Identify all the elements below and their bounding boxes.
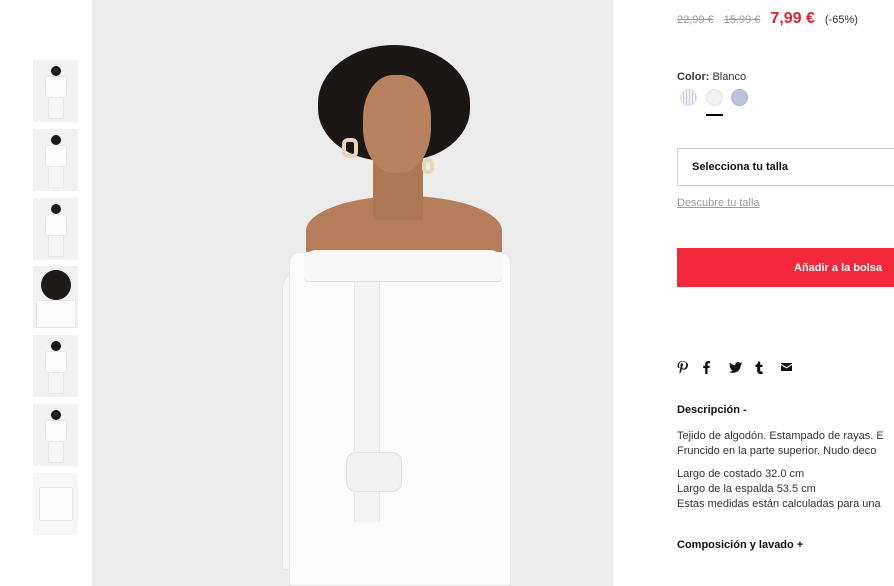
thumbnail-figure-head [50,204,61,214]
size-select-label: Selecciona tu talla [692,161,788,173]
color-label-value: Blanco [712,71,747,83]
size-select[interactable]: Selecciona tu talla [677,148,894,186]
thumbnail-figure-body [44,214,67,236]
description-line: Largo de costado 32.0 cm [677,468,805,480]
thumbnail-figure-head [50,135,61,145]
tumblr-icon[interactable] [755,358,781,376]
description-line: Estas medidas están calculadas para una [677,498,881,510]
add-to-bag-button[interactable]: Añadir a la bolsa [677,248,894,287]
twitter-icon[interactable] [729,358,755,376]
original-price-1: 22,99 € [677,14,714,26]
color-label: Color: Blanco [677,71,746,83]
thumbnail-garment [38,487,73,521]
blouse [289,252,511,586]
color-swatch-white[interactable] [706,89,723,106]
price-block: 22,99 € 15,99 € 7,99 € (-65%) [677,10,858,28]
description-paragraph-1: Tejido de algodón. Estampado de rayas. E… [677,429,894,459]
blouse-neckline [304,250,502,282]
facebook-icon[interactable] [703,358,729,376]
description-paragraph-2: Largo de costado 32.0 cm Largo de la esp… [677,467,894,512]
thumbnail-figure-legs [47,441,64,463]
description-line: Largo de la espalda 53.5 cm [677,483,816,495]
sale-price: 7,99 € [770,10,815,27]
thumbnail-figure-head [50,410,61,420]
thumbnail-figure-head [50,341,61,351]
thumbnail-figure-body [44,145,67,167]
thumbnail-figure-body [44,76,67,98]
thumbnail-figure-legs [47,372,64,394]
selected-swatch-indicator [706,114,723,116]
description-text: Tejido de algodón. Estampado de rayas. E… [677,429,894,520]
color-swatch-blue[interactable] [731,89,748,106]
earring-left [342,138,358,158]
product-main-image[interactable] [92,0,613,586]
product-info-panel: 22,99 € 15,99 € 7,99 € (-65%) Color: Bla… [677,0,894,586]
color-swatch-striped[interactable] [680,89,697,106]
original-price-2: 15,99 € [723,14,761,26]
earring-right [422,158,434,174]
composition-toggle[interactable]: Composición y lavado + [677,539,803,551]
description-line: Fruncido en la parte superior. Nudo deco [677,445,877,457]
thumbnail-figure-head [50,66,61,76]
model-face [363,75,431,173]
email-icon[interactable] [781,358,807,376]
thumbnail-4[interactable] [33,266,78,328]
blouse-knot [346,452,402,492]
pinterest-icon[interactable] [677,358,703,376]
thumbnail-figure-legs [47,97,64,119]
thumbnail-5[interactable] [33,335,78,397]
size-guide-link[interactable]: Descubre tu talla [677,197,760,209]
thumbnail-7[interactable] [33,473,78,535]
thumbnail-6[interactable] [33,404,78,466]
thumbnail-figure-head [40,270,71,300]
thumbnail-figure-legs [47,166,64,188]
thumbnail-3[interactable] [33,198,78,260]
discount-badge: (-65%) [824,14,858,26]
thumbnail-figure-legs [47,235,64,257]
thumbnail-1[interactable] [33,60,78,122]
color-label-title: Color: [677,71,710,83]
thumbnail-figure-body [35,300,76,328]
description-toggle[interactable]: Descripción - [677,404,747,416]
description-line: Tejido de algodón. Estampado de rayas. E [677,430,884,442]
share-icons [677,358,807,376]
thumbnail-figure-body [44,420,67,442]
thumbnail-2[interactable] [33,129,78,191]
thumbnail-figure-body [44,351,67,373]
